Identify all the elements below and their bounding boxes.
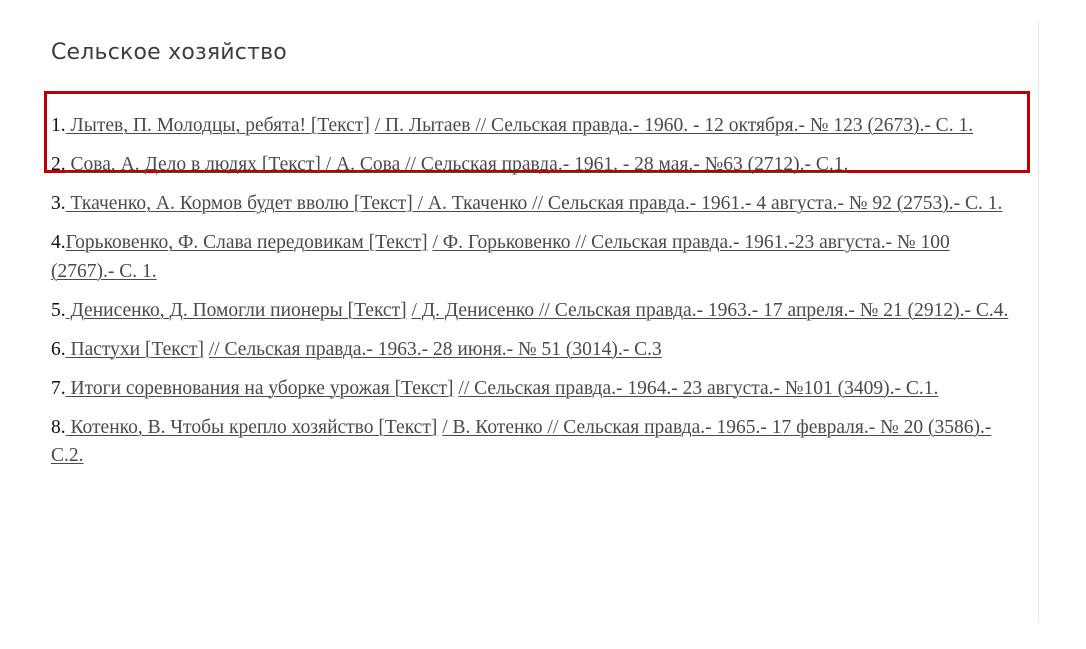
- entry-title-link[interactable]: Горьковенко, Ф. Слава передовикам [Текст…: [66, 232, 428, 253]
- list-item: 8. Котенко, В. Чтобы крепло хозяйство [Т…: [51, 414, 1016, 471]
- list-item: 6. Пастухи [Текст] // Сельская правда.- …: [51, 336, 1016, 365]
- content-border: [1038, 22, 1039, 622]
- entry-source-link[interactable]: // Сельская правда.- 1963.- 28 июня.- № …: [209, 339, 662, 360]
- entry-title-link[interactable]: Ткаченко, А. Кормов будет вволю [Текст] …: [66, 193, 1003, 214]
- bibliography-list: 1. Лытев, П. Молодцы, ребята! [Текст] / …: [51, 112, 1016, 481]
- entry-title-link[interactable]: Котенко, В. Чтобы крепло хозяйство [Текс…: [66, 417, 438, 438]
- list-item: 3. Ткаченко, А. Кормов будет вволю [Текс…: [51, 190, 1016, 219]
- section-title: Сельское хозяйство: [51, 40, 287, 65]
- entry-title-link[interactable]: Итоги соревнования на уборке урожая [Тек…: [66, 378, 454, 399]
- entry-title-link[interactable]: Пастухи [Текст]: [66, 339, 204, 360]
- entry-title-link[interactable]: Сова, А. Дело в людях [Текст] / А. Сова …: [66, 154, 849, 175]
- list-item: 7. Итоги соревнования на уборке урожая […: [51, 375, 1016, 404]
- item-number: 2.: [51, 154, 66, 175]
- item-number: 7.: [51, 377, 66, 399]
- item-number: 3.: [51, 193, 66, 214]
- list-item: 1. Лытев, П. Молодцы, ребята! [Текст] / …: [51, 112, 1016, 141]
- item-number: 8.: [51, 416, 66, 438]
- entry-title-link[interactable]: Денисенко, Д. Помогли пионеры [Текст]: [66, 300, 407, 321]
- entry-source-link[interactable]: // Сельская правда.- 1964.- 23 августа.-…: [458, 378, 938, 399]
- list-item: 2. Сова, А. Дело в людях [Текст] / А. Со…: [51, 151, 1016, 180]
- item-number: 1.: [51, 115, 66, 136]
- entry-source-link[interactable]: / П. Лытаев // Сельская правда.- 1960. -…: [375, 115, 973, 136]
- item-number: 6.: [51, 338, 66, 360]
- entry-source-link[interactable]: / Д. Денисенко // Сельская правда.- 1963…: [411, 300, 1008, 321]
- entry-title-link[interactable]: Лытев, П. Молодцы, ребята! [Текст]: [66, 115, 370, 136]
- list-item: 4.Горьковенко, Ф. Слава передовикам [Тек…: [51, 229, 1016, 286]
- item-number: 4.: [51, 232, 66, 253]
- list-item: 5. Денисенко, Д. Помогли пионеры [Текст]…: [51, 297, 1016, 326]
- item-number: 5.: [51, 299, 66, 321]
